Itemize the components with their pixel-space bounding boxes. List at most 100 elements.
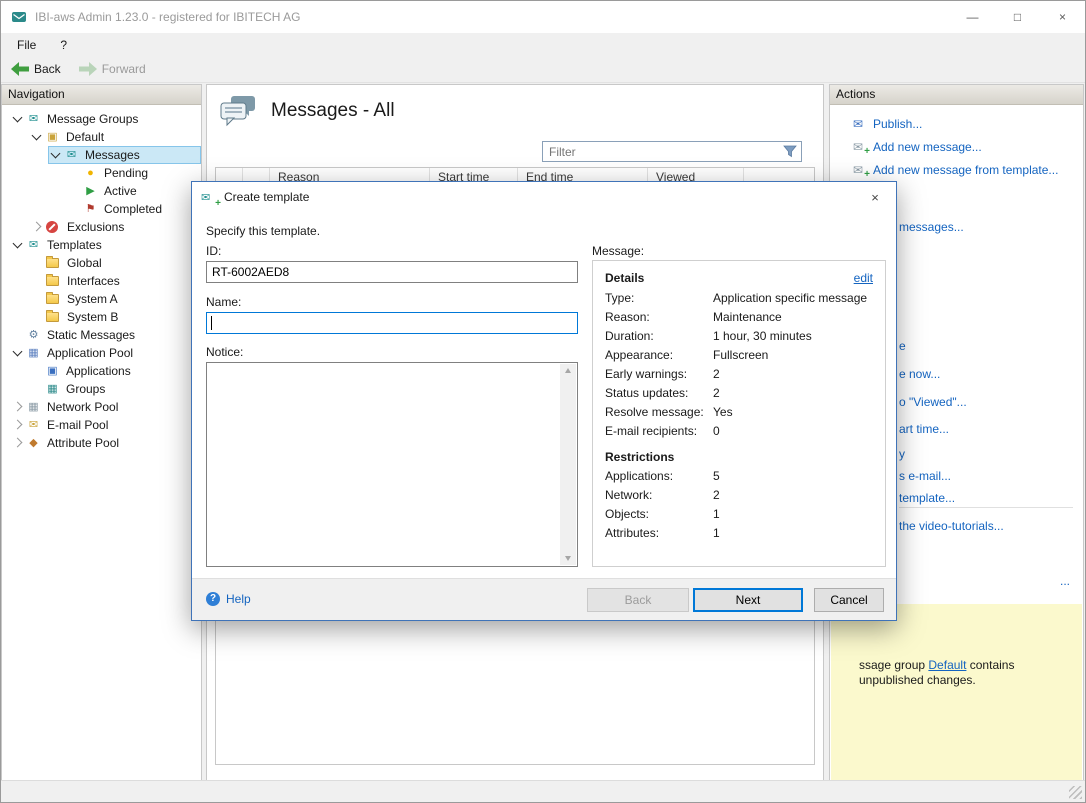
next-button[interactable]: Next: [693, 588, 803, 612]
detail-label: Status updates:: [605, 384, 713, 403]
detail-row: Type:Application specific message: [605, 289, 873, 308]
action-link-fragment[interactable]: the video-tutorials...: [899, 519, 1004, 533]
dialog-close-icon[interactable]: ×: [854, 182, 896, 212]
chevron-right-icon[interactable]: [10, 399, 26, 415]
default-group-link[interactable]: Default: [928, 658, 966, 672]
help-link[interactable]: ? Help: [206, 592, 251, 606]
tree-item-interfaces[interactable]: Interfaces: [29, 272, 201, 290]
back-icon: [11, 62, 29, 76]
tree-item-system-b[interactable]: System B: [29, 308, 201, 326]
tree-item-attribute-pool[interactable]: ◆ Attribute Pool: [10, 434, 201, 452]
completed-icon: ⚑: [83, 201, 98, 217]
action-link-fragment[interactable]: template...: [899, 491, 955, 505]
detail-label: Type:: [605, 289, 713, 308]
tree-label: Interfaces: [67, 274, 120, 288]
detail-row: E-mail recipients:0: [605, 422, 873, 441]
minimize-icon[interactable]: —: [950, 1, 995, 33]
tree-item-groups[interactable]: ▦ Groups: [29, 380, 201, 398]
actions-header: Actions: [830, 85, 1083, 105]
restriction-label: Applications:: [605, 467, 713, 486]
menu-file[interactable]: File: [17, 38, 36, 52]
tree-label: System B: [67, 310, 118, 324]
tree-label: Default: [66, 130, 104, 144]
tree-item-message-groups[interactable]: ✉ Message Groups: [10, 110, 201, 128]
tree-item-static-messages[interactable]: ⚙ Static Messages: [10, 326, 201, 344]
title-bar: IBI-aws Admin 1.23.0 - registered for IB…: [1, 1, 1085, 33]
action-add-new-message[interactable]: ✉+ Add new message...: [850, 140, 1083, 154]
menu-help[interactable]: ?: [60, 38, 67, 52]
forward-icon: [79, 62, 97, 76]
menu-bar: File ?: [1, 33, 1085, 56]
action-link-fragment[interactable]: ...: [1060, 574, 1070, 588]
message-groups-icon: ✉: [26, 111, 41, 127]
tree-item-completed[interactable]: ⚑ Completed: [67, 200, 201, 218]
tree-item-system-a[interactable]: System A: [29, 290, 201, 308]
chevron-down-icon[interactable]: [29, 129, 45, 145]
page-title: Messages - All: [271, 100, 395, 122]
add-message-template-icon: ✉+: [850, 163, 866, 177]
back-button[interactable]: Back: [11, 62, 61, 76]
tree-item-email-pool[interactable]: ✉ E-mail Pool: [10, 416, 201, 434]
scroll-up-icon: [565, 368, 571, 373]
pending-icon: ●: [83, 165, 98, 181]
action-link-fragment[interactable]: o "Viewed"...: [899, 395, 967, 409]
maximize-icon[interactable]: □: [995, 1, 1040, 33]
window-controls: — □ ×: [950, 1, 1085, 33]
dialog-title-bar: ✉+ Create template ×: [192, 182, 896, 212]
resize-grip[interactable]: [1069, 786, 1082, 799]
chevron-down-icon[interactable]: [10, 237, 26, 253]
action-link-fragment[interactable]: y: [899, 447, 905, 461]
name-field[interactable]: [206, 312, 578, 334]
filter-input[interactable]: [543, 145, 779, 159]
messages-icon: ✉: [64, 147, 79, 163]
detail-label: Early warnings:: [605, 365, 713, 384]
edit-link[interactable]: edit: [854, 271, 873, 285]
folder-icon: [46, 312, 59, 322]
action-link-fragment[interactable]: e now...: [899, 367, 940, 381]
action-publish[interactable]: ✉ Publish...: [850, 117, 1083, 131]
chevron-down-icon[interactable]: [10, 345, 26, 361]
action-link-fragment[interactable]: s e-mail...: [899, 469, 951, 483]
action-link-fragment[interactable]: art time...: [899, 422, 949, 436]
filter-funnel-icon[interactable]: [779, 142, 801, 161]
create-template-dialog: ✉+ Create template × Specify this templa…: [191, 181, 897, 621]
groups-icon: ▦: [45, 381, 60, 397]
tree-item-templates[interactable]: ✉ Templates: [10, 236, 201, 254]
notice-field[interactable]: [206, 362, 578, 567]
tree-item-default[interactable]: ▣ Default: [29, 128, 201, 146]
templates-icon: ✉: [26, 237, 41, 253]
action-label: Publish...: [873, 117, 922, 131]
chevron-spacer: [29, 291, 45, 307]
action-add-message-from-template[interactable]: ✉+ Add new message from template...: [850, 163, 1083, 177]
action-link-fragment[interactable]: messages...: [899, 220, 964, 234]
help-icon: ?: [206, 592, 220, 606]
folder-icon: [46, 276, 59, 286]
tree-item-exclusions[interactable]: Exclusions: [29, 218, 201, 236]
tree-label: Exclusions: [67, 220, 124, 234]
application-pool-icon: ▦: [26, 345, 41, 361]
restriction-row: Network:2: [605, 486, 873, 505]
chevron-right-icon[interactable]: [10, 435, 26, 451]
tree-item-active[interactable]: ▶ Active: [67, 182, 201, 200]
action-link-fragment[interactable]: e: [899, 339, 906, 353]
id-label: ID:: [206, 244, 221, 258]
chevron-right-icon[interactable]: [29, 219, 45, 235]
tree-item-application-pool[interactable]: ▦ Application Pool: [10, 344, 201, 362]
tree-item-applications[interactable]: ▣ Applications: [29, 362, 201, 380]
network-pool-icon: ▦: [26, 399, 41, 415]
id-field[interactable]: [206, 261, 578, 283]
chevron-down-icon[interactable]: [10, 111, 26, 127]
close-icon[interactable]: ×: [1040, 1, 1085, 33]
tree-item-global[interactable]: Global: [29, 254, 201, 272]
tree-item-messages[interactable]: ✉ Messages: [48, 146, 201, 164]
cancel-button[interactable]: Cancel: [814, 588, 884, 612]
chevron-right-icon[interactable]: [10, 417, 26, 433]
detail-row: Appearance:Fullscreen: [605, 346, 873, 365]
tree-item-network-pool[interactable]: ▦ Network Pool: [10, 398, 201, 416]
chevron-down-icon[interactable]: [48, 147, 64, 163]
chevron-spacer: [29, 255, 45, 271]
forward-button[interactable]: Forward: [79, 62, 146, 76]
detail-value: Maintenance: [713, 308, 782, 327]
tree-label: Groups: [66, 382, 105, 396]
tree-item-pending[interactable]: ● Pending: [67, 164, 201, 182]
